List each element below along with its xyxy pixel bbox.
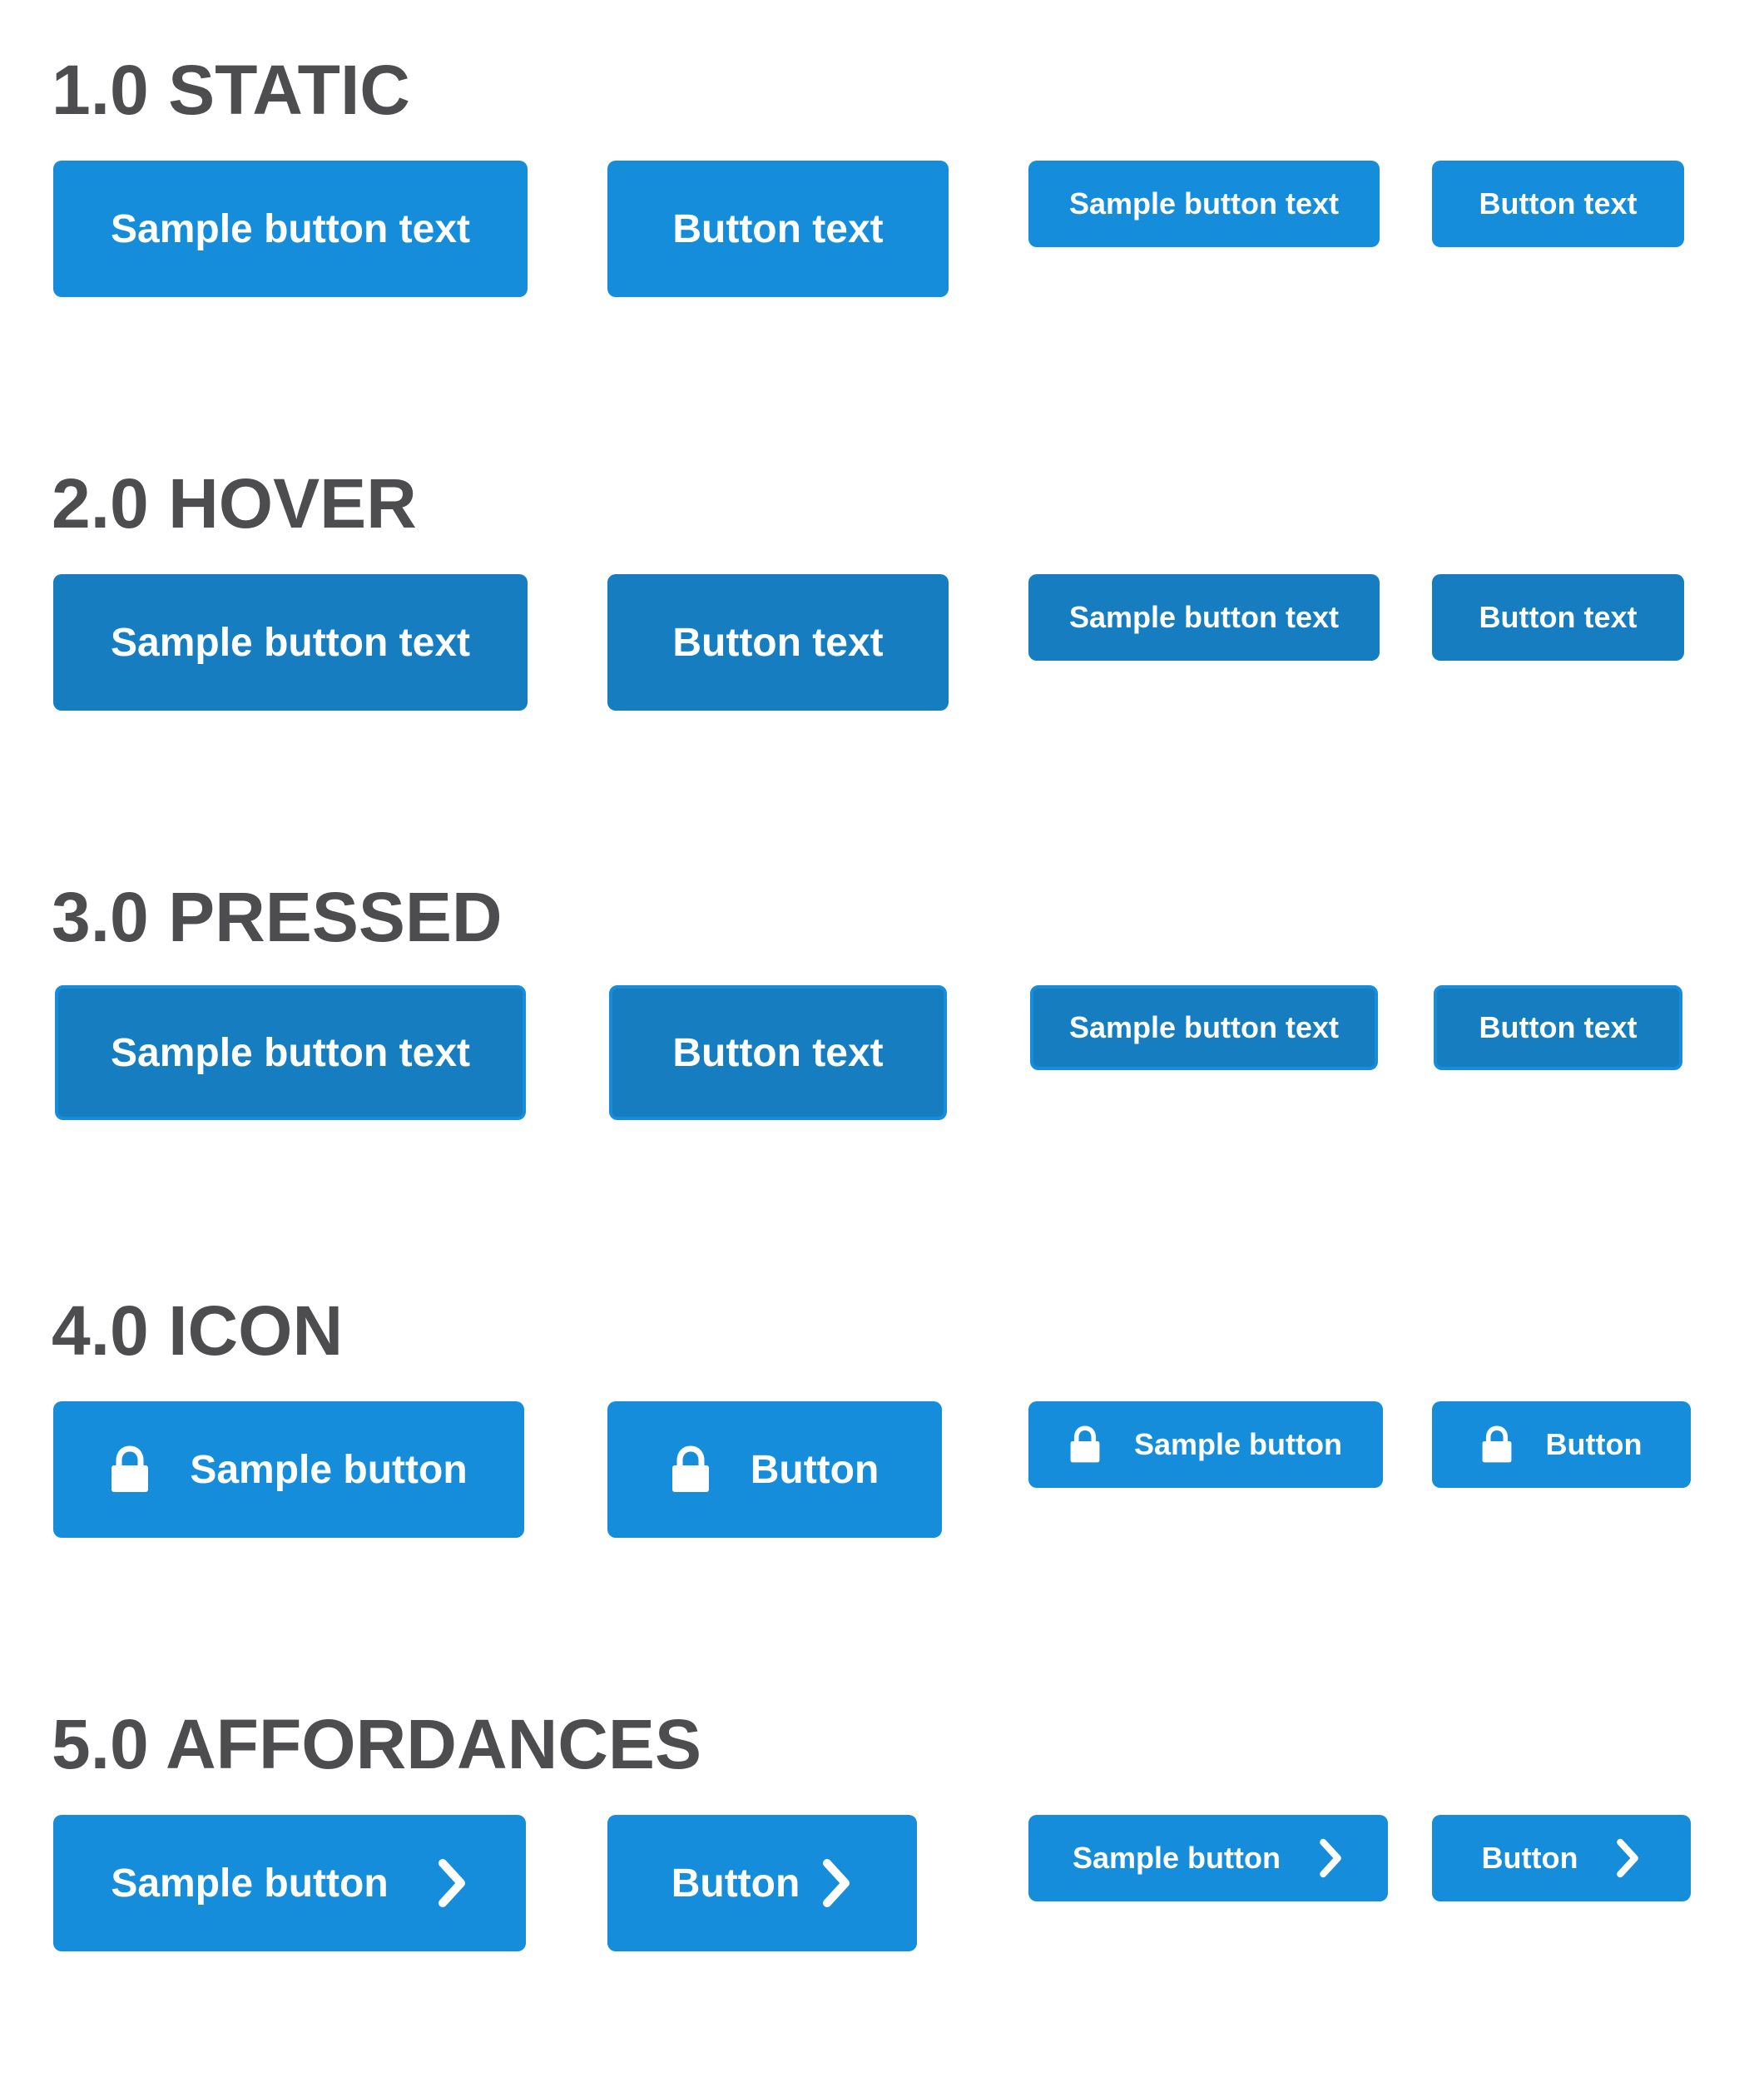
button-label: Sample button text bbox=[1068, 1010, 1340, 1044]
button-label: Sample button text bbox=[110, 620, 471, 665]
pressed-section: 3.0 PRESSED Sample button text Button te… bbox=[0, 827, 1764, 1160]
chevron-right-icon bbox=[820, 1857, 853, 1909]
lock-icon bbox=[110, 1445, 150, 1494]
section-title-static: 1.0 STATIC bbox=[52, 51, 410, 129]
affordances-section: 5.0 AFFORDANCES Sample button Button Sam… bbox=[0, 1654, 1764, 1987]
static-small-button[interactable]: Button text bbox=[1432, 161, 1684, 247]
affordance-small-sample-button[interactable]: Sample button bbox=[1028, 1815, 1388, 1901]
button-label: Sample button text bbox=[1068, 600, 1340, 634]
button-label: Button bbox=[750, 1447, 880, 1492]
static-large-button[interactable]: Button text bbox=[607, 161, 949, 297]
section-title-pressed: 3.0 PRESSED bbox=[52, 878, 503, 956]
icon-large-sample-button[interactable]: Sample button bbox=[53, 1401, 524, 1538]
button-label: Button bbox=[671, 1861, 800, 1906]
hover-small-button[interactable]: Button text bbox=[1432, 574, 1684, 661]
static-large-sample-button[interactable]: Sample button text bbox=[53, 161, 528, 297]
affordance-large-button[interactable]: Button bbox=[607, 1815, 917, 1951]
chevron-right-icon bbox=[1614, 1837, 1641, 1879]
hover-large-sample-button[interactable]: Sample button text bbox=[53, 574, 528, 711]
section-title-icon: 4.0 ICON bbox=[52, 1291, 344, 1370]
button-label: Button text bbox=[672, 1030, 884, 1075]
button-label: Sample button bbox=[1073, 1841, 1281, 1875]
section-title-hover: 2.0 HOVER bbox=[52, 464, 417, 543]
lock-icon bbox=[671, 1445, 711, 1494]
button-label: Sample button text bbox=[110, 1030, 471, 1075]
pressed-large-button[interactable]: Button text bbox=[609, 985, 947, 1120]
hover-large-button[interactable]: Button text bbox=[607, 574, 949, 711]
hover-section: 2.0 HOVER Sample button text Button text… bbox=[0, 414, 1764, 746]
pressed-small-button[interactable]: Button text bbox=[1434, 985, 1682, 1070]
affordance-large-sample-button[interactable]: Sample button bbox=[53, 1815, 526, 1951]
chevron-right-icon bbox=[1317, 1837, 1344, 1879]
pressed-large-sample-button[interactable]: Sample button text bbox=[55, 985, 526, 1120]
button-label: Button text bbox=[672, 620, 884, 665]
lock-icon bbox=[1069, 1425, 1101, 1464]
icon-section: 4.0 ICON Sample button Button Sample but… bbox=[0, 1241, 1764, 1574]
button-label: Sample button text bbox=[1068, 186, 1340, 221]
button-label: Sample button bbox=[1134, 1427, 1342, 1461]
button-label: Button text bbox=[1479, 186, 1638, 221]
button-label: Sample button bbox=[190, 1447, 468, 1492]
button-label: Button text bbox=[672, 206, 884, 251]
button-label: Sample button text bbox=[110, 206, 471, 251]
button-label: Button text bbox=[1479, 1010, 1638, 1044]
affordance-small-button[interactable]: Button bbox=[1432, 1815, 1691, 1901]
hover-small-sample-button[interactable]: Sample button text bbox=[1028, 574, 1380, 661]
button-label: Button bbox=[1481, 1841, 1578, 1875]
button-label: Sample button bbox=[111, 1861, 389, 1906]
button-label: Button text bbox=[1479, 600, 1638, 634]
lock-icon bbox=[1481, 1425, 1513, 1464]
button-label: Button bbox=[1545, 1427, 1643, 1461]
static-small-sample-button[interactable]: Sample button text bbox=[1028, 161, 1380, 247]
section-title-affordances: 5.0 AFFORDANCES bbox=[52, 1705, 701, 1783]
icon-small-sample-button[interactable]: Sample button bbox=[1028, 1401, 1383, 1488]
icon-large-button[interactable]: Button bbox=[607, 1401, 942, 1538]
pressed-small-sample-button[interactable]: Sample button text bbox=[1030, 985, 1378, 1070]
chevron-right-icon bbox=[435, 1857, 468, 1909]
icon-small-button[interactable]: Button bbox=[1432, 1401, 1691, 1488]
static-section: 1.0 STATIC Sample button text Button tex… bbox=[0, 0, 1764, 333]
